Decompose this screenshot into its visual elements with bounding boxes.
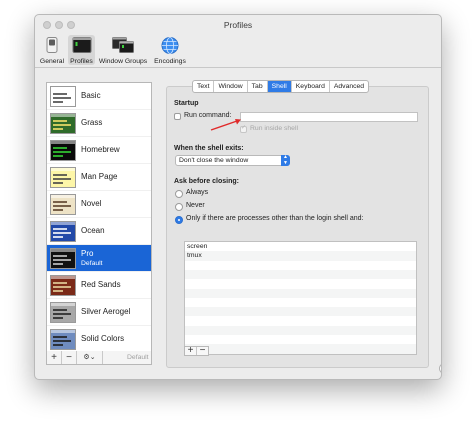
process-row-screen[interactable]: screen: [185, 242, 416, 251]
help-button[interactable]: ?: [439, 363, 441, 374]
window-title: Profiles: [223, 20, 253, 30]
run-inside-shell-label: Run inside shell: [250, 125, 298, 132]
updown-arrows-icon: ▲ ▼: [281, 154, 290, 166]
profile-name: Ocean: [81, 226, 105, 235]
process-row-empty[interactable]: [185, 288, 416, 298]
shell-exit-selected: Don't close the window: [179, 157, 249, 164]
process-row-empty[interactable]: [185, 325, 416, 335]
profile-thumbnail: [50, 275, 76, 296]
profile-item-man-page[interactable]: Man Page: [47, 164, 151, 191]
tab-window[interactable]: Window: [214, 81, 248, 92]
process-row-empty[interactable]: [185, 335, 416, 344]
startup-heading: Startup: [174, 100, 199, 107]
profile-list[interactable]: Basic Grass Homebrew Man Page Novel Ocean Pro D…: [46, 82, 152, 353]
profile-item-homebrew[interactable]: Homebrew: [47, 137, 151, 164]
profile-thumbnail: [50, 167, 76, 188]
run-command-checkbox[interactable]: [174, 113, 181, 120]
globe-icon: [161, 37, 179, 54]
profile-name: Pro: [81, 249, 94, 258]
profile-name: Basic: [81, 91, 101, 100]
switch-icon: [46, 37, 58, 53]
gear-menu-button[interactable]: ⚙︎⌄: [77, 351, 103, 364]
profile-name: Homebrew: [81, 145, 120, 154]
profile-thumbnail: [50, 221, 76, 242]
process-row-empty[interactable]: [185, 261, 416, 270]
profile-item-grass[interactable]: Grass: [47, 110, 151, 137]
tab-shell[interactable]: Shell: [267, 81, 292, 92]
process-row-empty[interactable]: [185, 307, 416, 317]
radio-only-if-processes[interactable]: [175, 216, 183, 224]
terminal-icon: [72, 37, 91, 53]
remove-process-button[interactable]: −: [197, 346, 208, 356]
profile-name: Silver Aerogel: [81, 307, 131, 316]
process-row-empty[interactable]: [185, 344, 416, 354]
profile-thumbnail: [50, 302, 76, 323]
process-list[interactable]: screen tmux: [184, 241, 417, 355]
radio-always-label: Always: [186, 189, 209, 196]
toolbar-encodings[interactable]: Encodings: [153, 35, 187, 65]
window-groups-icon: [112, 37, 134, 53]
annotation-arrow: [210, 119, 241, 131]
toolbar-general-label: General: [39, 58, 65, 65]
profile-item-ocean[interactable]: Ocean: [47, 218, 151, 245]
process-row-empty[interactable]: [185, 298, 416, 307]
profile-item-novel[interactable]: Novel: [47, 191, 151, 218]
toolbar-window-groups[interactable]: Window Groups: [96, 35, 150, 65]
shell-exit-select[interactable]: Don't close the window ▲ ▼: [175, 154, 290, 166]
profile-item-pro[interactable]: Pro Default: [47, 245, 151, 272]
profile-item-silver-aerogel[interactable]: Silver Aerogel: [47, 299, 151, 326]
radio-only-if-processes-label: Only if there are processes other than t…: [186, 215, 364, 222]
profile-name: Solid Colors: [81, 334, 125, 343]
process-row-empty[interactable]: [185, 269, 416, 280]
process-row-empty[interactable]: [185, 279, 416, 288]
add-process-button[interactable]: +: [185, 346, 197, 356]
profile-name: Man Page: [81, 172, 118, 181]
profile-name: Red Sands: [81, 280, 121, 289]
profiles-window: Profiles General Profiles Window Groups …: [34, 14, 442, 380]
gear-icon: ⚙︎⌄: [83, 354, 96, 361]
toolbar-profiles-label: Profiles: [70, 58, 93, 65]
profile-item-basic[interactable]: Basic: [47, 83, 151, 110]
toolbar-window-groups-label: Window Groups: [98, 58, 148, 65]
tab-tab[interactable]: Tab: [248, 81, 268, 92]
profile-item-red-sands[interactable]: Red Sands: [47, 272, 151, 299]
title-bar: Profiles: [35, 15, 441, 35]
radio-never-label: Never: [186, 202, 205, 209]
process-row-empty[interactable]: [185, 316, 416, 325]
radio-never[interactable]: [175, 203, 183, 211]
add-profile-button[interactable]: +: [47, 351, 62, 364]
toolbar-profiles[interactable]: Profiles: [68, 35, 95, 65]
profile-thumbnail: [50, 329, 76, 350]
profile-thumbnail: [50, 140, 76, 161]
profile-thumbnail: [50, 113, 76, 134]
process-row-tmux[interactable]: tmux: [185, 251, 416, 261]
settings-tabbar: Text Window Tab Shell Keyboard Advanced: [192, 80, 370, 93]
shell-exit-heading: When the shell exits:: [174, 145, 244, 152]
profile-thumbnail: [50, 194, 76, 215]
profile-default-label: Default: [81, 260, 103, 267]
run-command-input[interactable]: [240, 112, 418, 122]
preferences-toolbar: General Profiles Window Groups Encodings: [35, 33, 441, 68]
profile-name: Grass: [81, 118, 103, 127]
profile-name: Novel: [81, 199, 102, 208]
tab-advanced[interactable]: Advanced: [330, 81, 368, 92]
profile-thumbnail: [50, 86, 76, 107]
default-button[interactable]: Default: [127, 351, 149, 364]
remove-profile-button[interactable]: −: [62, 351, 77, 364]
process-add-remove: + −: [184, 346, 209, 356]
ask-close-heading: Ask before closing:: [174, 178, 239, 185]
toolbar-general[interactable]: General: [37, 35, 67, 65]
profile-thumbnail: [50, 248, 76, 269]
tab-text[interactable]: Text: [193, 81, 215, 92]
profile-item-solid-colors[interactable]: Solid Colors: [47, 326, 151, 352]
profile-list-footer: + − ⚙︎⌄ Default: [46, 351, 152, 365]
toolbar-encodings-label: Encodings: [154, 58, 186, 65]
tab-keyboard[interactable]: Keyboard: [292, 81, 330, 92]
radio-always[interactable]: [175, 190, 183, 198]
